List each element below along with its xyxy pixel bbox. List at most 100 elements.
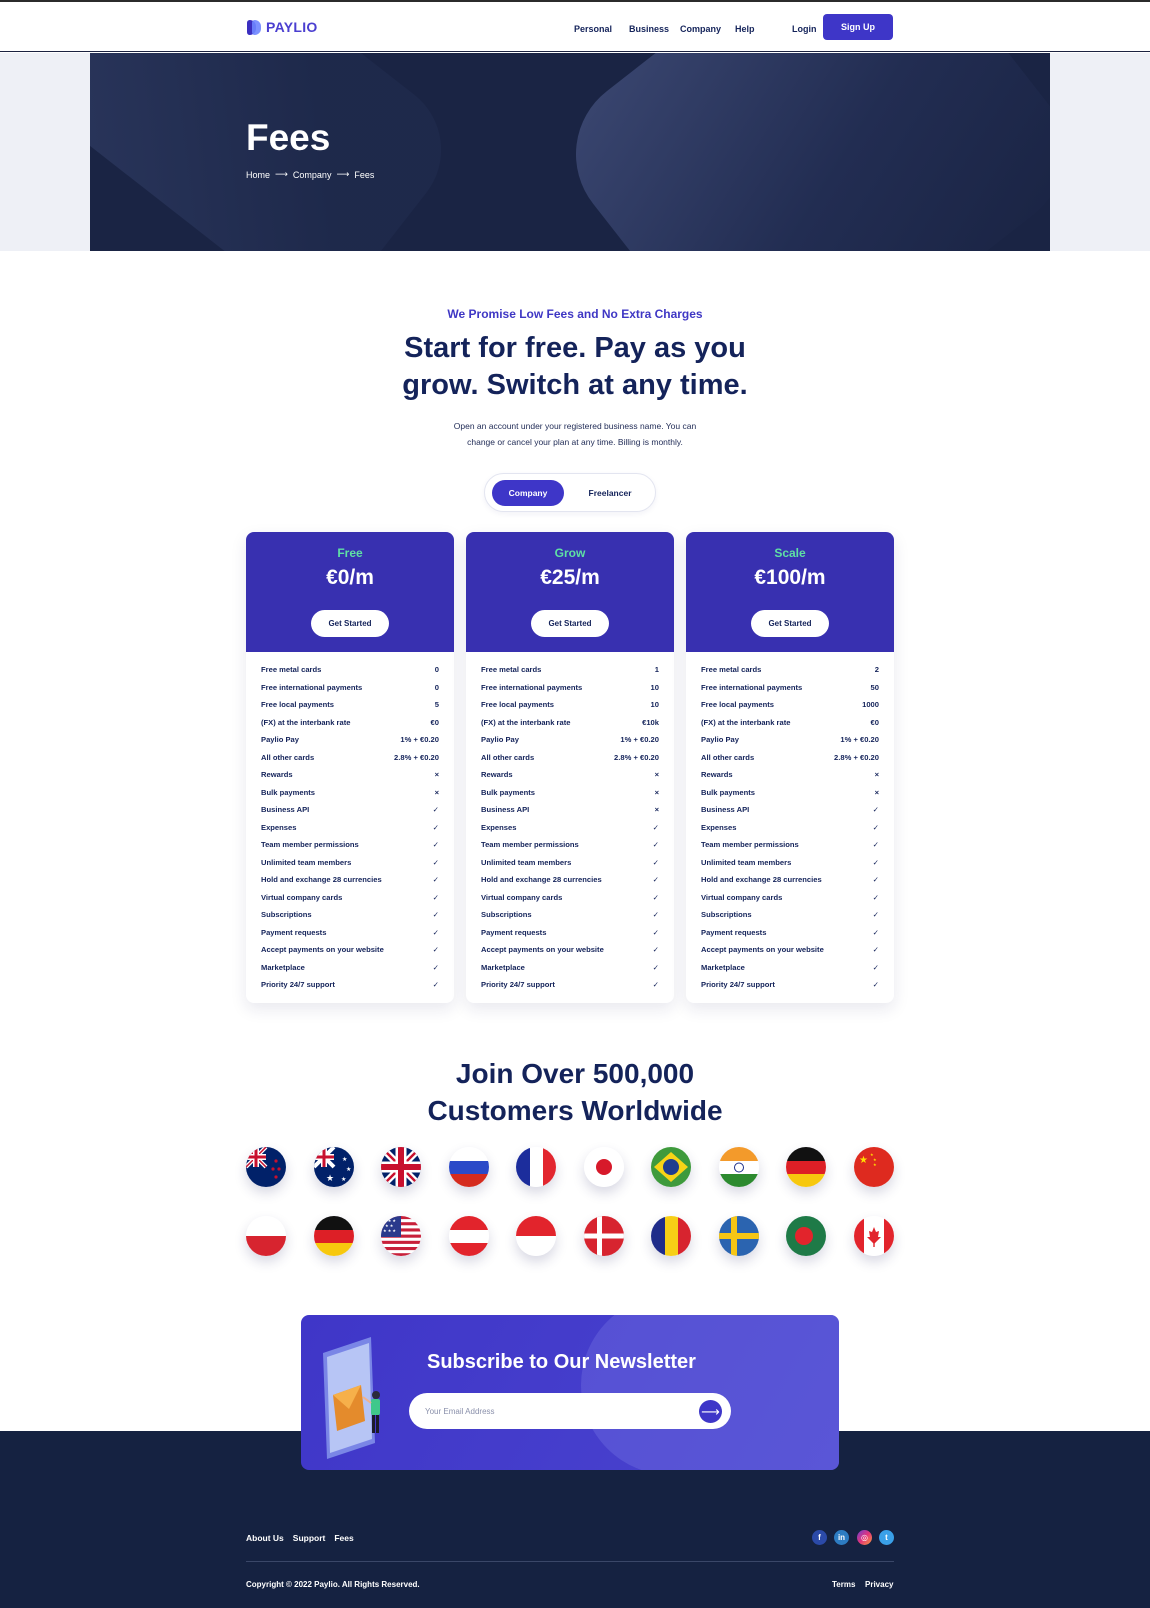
get-started-button[interactable]: Get Started bbox=[751, 610, 829, 637]
nav-company[interactable]: Company bbox=[680, 24, 721, 34]
feature-value: ✓ bbox=[872, 857, 879, 867]
svg-text:★: ★ bbox=[326, 1173, 334, 1183]
toggle-freelancer[interactable]: Freelancer bbox=[571, 480, 649, 506]
plan-price: €0/m bbox=[326, 566, 374, 589]
breadcrumb-current: Fees bbox=[354, 169, 375, 180]
feature-value: ✓ bbox=[432, 822, 439, 832]
feature-row: Subscriptions ✓ bbox=[481, 906, 659, 924]
feature-value: ✓ bbox=[652, 840, 659, 850]
feature-row: Expenses ✓ bbox=[481, 819, 659, 837]
footer-link-about[interactable]: About Us bbox=[246, 1533, 284, 1543]
flag-united-states-icon: ★ ★ ★ ★ ★ ★ ★ ★ bbox=[381, 1216, 421, 1256]
feature-label: Rewards bbox=[261, 770, 293, 780]
feature-value: ✓ bbox=[652, 910, 659, 920]
feature-row: Unlimited team members ✓ bbox=[701, 854, 879, 872]
toggle-company[interactable]: Company bbox=[492, 480, 564, 506]
feature-label: Priority 24/7 support bbox=[701, 980, 775, 990]
submit-arrow-button[interactable]: ⟶ bbox=[699, 1400, 722, 1423]
linkedin-icon[interactable]: in bbox=[834, 1530, 849, 1545]
feature-row: (FX) at the interbank rate €10k bbox=[481, 714, 659, 732]
breadcrumb-home[interactable]: Home bbox=[246, 170, 270, 180]
feature-row: Virtual company cards ✓ bbox=[481, 889, 659, 907]
nav-business[interactable]: Business bbox=[629, 24, 669, 34]
feature-value: ✓ bbox=[432, 927, 439, 937]
headline-line: Join Over 500,000 bbox=[455, 1058, 695, 1089]
feature-row: Expenses ✓ bbox=[701, 819, 879, 837]
headline-line: grow. Switch at any time. bbox=[402, 369, 748, 401]
feature-row: Free metal cards 2 bbox=[701, 661, 879, 679]
feature-row: Marketplace ✓ bbox=[701, 959, 879, 977]
feature-label: Bulk payments bbox=[261, 787, 316, 797]
privacy-link[interactable]: Privacy bbox=[865, 1580, 893, 1589]
feature-value: ✓ bbox=[872, 980, 879, 990]
feature-row: Subscriptions ✓ bbox=[261, 906, 439, 924]
feature-row: Team member permissions ✓ bbox=[481, 836, 659, 854]
feature-value: ✓ bbox=[652, 980, 659, 990]
instagram-icon[interactable]: ◎ bbox=[857, 1530, 872, 1545]
email-input[interactable] bbox=[409, 1393, 731, 1429]
feature-label: Accept payments on your website bbox=[261, 945, 384, 955]
feature-value: ✓ bbox=[652, 875, 659, 885]
feature-label: Unlimited team members bbox=[261, 857, 352, 867]
feature-value: 2.8% + €0.20 bbox=[394, 752, 439, 762]
feature-value: 1 bbox=[654, 665, 659, 675]
feature-label: Accept payments on your website bbox=[701, 945, 824, 955]
svg-text:★: ★ bbox=[346, 1166, 351, 1173]
get-started-button[interactable]: Get Started bbox=[311, 610, 389, 637]
flag-bangladesh-icon bbox=[786, 1216, 826, 1256]
feature-row: Marketplace ✓ bbox=[481, 959, 659, 977]
feature-value: ✓ bbox=[872, 875, 879, 885]
footer-divider bbox=[246, 1561, 894, 1562]
feature-label: Free international payments bbox=[701, 682, 803, 692]
nav-help[interactable]: Help bbox=[735, 24, 755, 34]
plan-card-grow: Grow €25/m Get Started Free metal cards 1… bbox=[466, 532, 674, 1003]
brand-logo[interactable]: PAYLIO bbox=[247, 19, 318, 35]
plan-card-scale: Scale €100/m Get Started Free metal card… bbox=[686, 532, 894, 1003]
feature-value: ✓ bbox=[432, 805, 439, 815]
twitter-icon[interactable]: t bbox=[879, 1530, 894, 1545]
feature-row: Hold and exchange 28 currencies ✓ bbox=[261, 871, 439, 889]
feature-label: Business API bbox=[481, 805, 530, 815]
feature-value: × bbox=[874, 770, 879, 780]
feature-value: × bbox=[654, 805, 659, 815]
footer-links: About Us Support Fees bbox=[246, 1533, 354, 1543]
feature-label: Free international payments bbox=[481, 682, 583, 692]
plan-name: Free bbox=[337, 546, 363, 560]
flag-poland-icon bbox=[246, 1216, 286, 1256]
feature-label: Rewards bbox=[701, 770, 733, 780]
feature-value: 10 bbox=[650, 700, 659, 710]
footer-link-support[interactable]: Support bbox=[293, 1533, 326, 1543]
feature-value: 10 bbox=[650, 682, 659, 692]
flag-india-icon bbox=[719, 1147, 759, 1187]
svg-text:★: ★ bbox=[341, 1176, 346, 1183]
feature-label: Unlimited team members bbox=[701, 857, 792, 867]
feature-label: Subscriptions bbox=[701, 910, 752, 920]
feature-row: Free metal cards 0 bbox=[261, 661, 439, 679]
brand-name: PAYLIO bbox=[266, 19, 318, 35]
breadcrumb-company[interactable]: Company bbox=[293, 170, 332, 180]
feature-label: Priority 24/7 support bbox=[261, 980, 335, 990]
headline-line: Customers Worldwide bbox=[427, 1095, 723, 1126]
feature-row: Paylio Pay 1% + €0.20 bbox=[261, 731, 439, 749]
signup-button[interactable]: Sign Up bbox=[823, 14, 893, 40]
feature-row: Team member permissions ✓ bbox=[701, 836, 879, 854]
feature-row: All other cards 2.8% + €0.20 bbox=[261, 749, 439, 767]
get-started-button[interactable]: Get Started bbox=[531, 610, 609, 637]
feature-label: Free local payments bbox=[701, 700, 775, 710]
plan-card-header: Grow €25/m Get Started bbox=[466, 532, 674, 652]
feature-row: Priority 24/7 support ✓ bbox=[701, 976, 879, 994]
footer-link-fees[interactable]: Fees bbox=[334, 1533, 353, 1543]
terms-link[interactable]: Terms bbox=[832, 1580, 855, 1589]
hero-banner: Fees Home ⟶ Company ⟶ Fees bbox=[90, 53, 1050, 251]
svg-text:★: ★ bbox=[873, 1162, 877, 1167]
feature-label: Expenses bbox=[481, 822, 517, 832]
feature-row: Rewards × bbox=[481, 766, 659, 784]
feature-row: Free local payments 1000 bbox=[701, 696, 879, 714]
feature-row: Bulk payments × bbox=[261, 784, 439, 802]
facebook-icon[interactable]: f bbox=[812, 1530, 827, 1545]
nav-personal[interactable]: Personal bbox=[574, 24, 612, 34]
feature-label: Hold and exchange 28 currencies bbox=[701, 875, 822, 885]
feature-row: Unlimited team members ✓ bbox=[481, 854, 659, 872]
feature-row: Bulk payments × bbox=[481, 784, 659, 802]
login-link[interactable]: Login bbox=[792, 24, 817, 34]
